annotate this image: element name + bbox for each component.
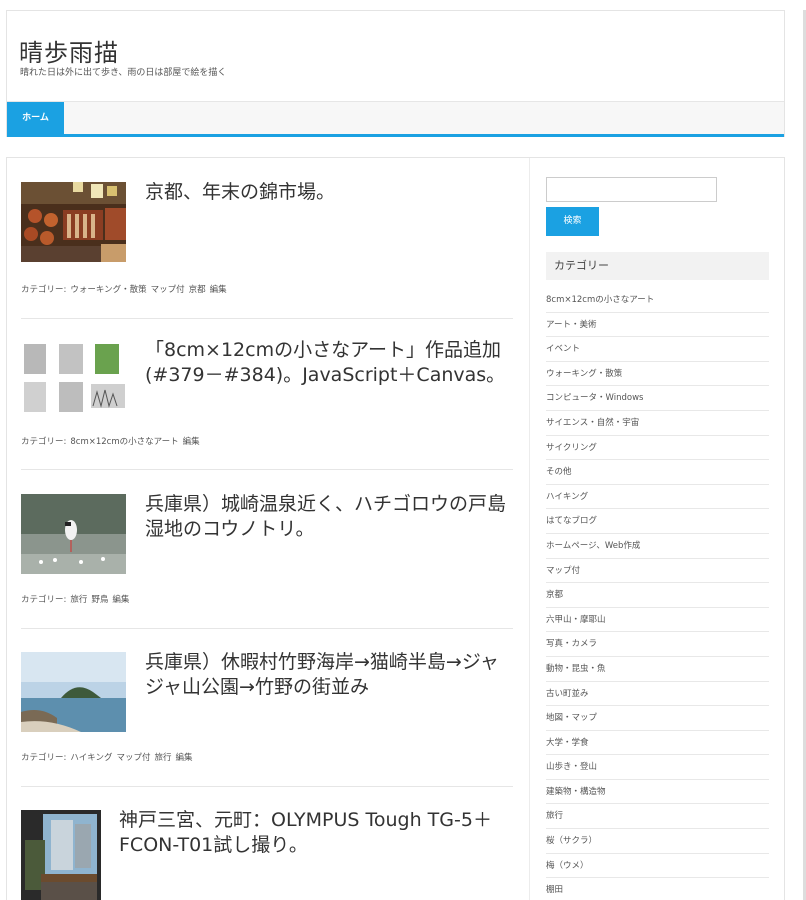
category-link[interactable]: 旅行: [546, 804, 769, 830]
post-thumbnail[interactable]: [21, 182, 126, 262]
category-link[interactable]: 大学・学食: [546, 731, 769, 756]
category-link[interactable]: 動物・昆虫・魚: [546, 657, 769, 682]
category-list: 8cm×12cmの小さなアート アート・美術 イベント ウォーキング・散策 コンピュータ…: [546, 288, 769, 900]
category-link[interactable]: 桜（サクラ）: [546, 829, 769, 854]
category-link[interactable]: サイクリング: [546, 436, 769, 461]
category-link[interactable]: マップ付: [116, 753, 150, 763]
category-link[interactable]: 古い町並み: [546, 682, 769, 707]
search-button[interactable]: 検索: [546, 207, 599, 236]
post-meta: カテゴリー: 旅行 野鳥 編集: [21, 593, 133, 605]
post-divider: [21, 469, 513, 470]
post-meta: カテゴリー: ウォーキング・散策 マップ付 京都 編集: [21, 283, 231, 295]
meta-label: カテゴリー:: [21, 753, 67, 763]
category-link[interactable]: 六甲山・摩耶山: [546, 608, 769, 633]
main-navigation: ホーム: [7, 101, 784, 137]
post-title[interactable]: 「8cm×12cmの小さなアート」作品追加(#379－#384)。JavaScr…: [145, 338, 513, 388]
category-link[interactable]: その他: [546, 460, 769, 485]
post-title[interactable]: 京都、年末の錦市場。: [145, 180, 513, 205]
category-link[interactable]: 建築物・構造物: [546, 780, 769, 805]
site-title[interactable]: 晴歩雨描: [19, 33, 119, 68]
post-item: 「8cm×12cmの小さなアート」作品追加(#379－#384)。JavaScr…: [21, 338, 513, 450]
category-link[interactable]: 棚田: [546, 878, 769, 900]
site-header: 晴歩雨描 晴れた日は外に出て歩き、雨の日は部屋で絵を描く ホーム: [6, 10, 785, 137]
category-link[interactable]: 旅行: [70, 595, 87, 605]
category-link[interactable]: 地図・マップ: [546, 706, 769, 731]
category-link[interactable]: 8cm×12cmの小さなアート: [546, 288, 769, 313]
edit-link[interactable]: 編集: [175, 753, 192, 763]
category-link[interactable]: マップ付: [151, 285, 185, 295]
search-input[interactable]: [546, 177, 717, 202]
post-meta: カテゴリー: 8cm×12cmの小さなアート 編集: [21, 435, 204, 447]
meta-label: カテゴリー:: [21, 595, 67, 605]
category-link[interactable]: 野鳥: [91, 595, 108, 605]
category-link[interactable]: サイエンス・自然・宇宙: [546, 411, 769, 436]
category-link[interactable]: 写真・カメラ: [546, 632, 769, 657]
meta-label: カテゴリー:: [21, 285, 67, 295]
post-divider: [21, 318, 513, 319]
category-link[interactable]: マップ付: [546, 559, 769, 584]
category-link[interactable]: 京都: [189, 285, 206, 295]
edit-link[interactable]: 編集: [210, 285, 227, 295]
edit-link[interactable]: 編集: [183, 437, 200, 447]
category-link[interactable]: 京都: [546, 583, 769, 608]
category-link[interactable]: 旅行: [154, 753, 171, 763]
category-link[interactable]: コンピュータ・Windows: [546, 386, 769, 411]
category-link[interactable]: ホームページ、Web作成: [546, 534, 769, 559]
post-item: 京都、年末の錦市場。 カテゴリー: ウォーキング・散策 マップ付 京都 編集: [21, 180, 513, 302]
post-meta: カテゴリー: ハイキング マップ付 旅行 編集: [21, 751, 197, 763]
content-area: 京都、年末の錦市場。 カテゴリー: ウォーキング・散策 マップ付 京都 編集 「8cm×…: [6, 157, 785, 900]
category-link[interactable]: ウォーキング・散策: [70, 285, 146, 295]
post-thumbnail[interactable]: [21, 494, 126, 574]
meta-label: カテゴリー:: [21, 437, 67, 447]
category-link[interactable]: アート・美術: [546, 313, 769, 338]
post-thumbnail[interactable]: [21, 810, 101, 900]
post-item: 神戸三宮、元町：OLYMPUS Tough TG-5＋FCON-T01試し撮り。: [21, 808, 513, 900]
edit-link[interactable]: 編集: [112, 595, 129, 605]
post-item: 兵庫県）城崎温泉近く、ハチゴロウの戸島湿地のコウノトリ。 カテゴリー: 旅行 野鳥編…: [21, 492, 513, 605]
category-link[interactable]: 山歩き・登山: [546, 755, 769, 780]
post-thumbnail[interactable]: [21, 652, 126, 732]
post-item: 兵庫県）休暇村竹野海岸→猫崎半島→ジャジャ山公園→竹野の街並み カテゴリー: ハイ…: [21, 650, 513, 763]
category-link[interactable]: はてなブログ: [546, 509, 769, 534]
site-description: 晴れた日は外に出て歩き、雨の日は部屋で絵を描く: [20, 68, 227, 78]
category-link[interactable]: ハイキング: [546, 485, 769, 510]
category-link[interactable]: 8cm×12cmの小さなアート: [70, 437, 178, 447]
post-divider: [21, 786, 513, 787]
post-title[interactable]: 兵庫県）休暇村竹野海岸→猫崎半島→ジャジャ山公園→竹野の街並み: [145, 650, 513, 700]
nav-item-home[interactable]: ホーム: [7, 102, 64, 135]
post-thumbnail[interactable]: [21, 340, 126, 415]
category-link[interactable]: イベント: [546, 337, 769, 362]
category-link[interactable]: 梅（ウメ）: [546, 854, 769, 879]
category-link[interactable]: ウォーキング・散策: [546, 362, 769, 387]
sidebar-divider: [529, 158, 530, 900]
categories-heading: カテゴリー: [546, 252, 769, 280]
post-title[interactable]: 兵庫県）城崎温泉近く、ハチゴロウの戸島湿地のコウノトリ。: [145, 492, 513, 542]
post-title[interactable]: 神戸三宮、元町：OLYMPUS Tough TG-5＋FCON-T01試し撮り。: [119, 808, 511, 858]
category-link[interactable]: ハイキング: [70, 753, 112, 763]
post-divider: [21, 628, 513, 629]
